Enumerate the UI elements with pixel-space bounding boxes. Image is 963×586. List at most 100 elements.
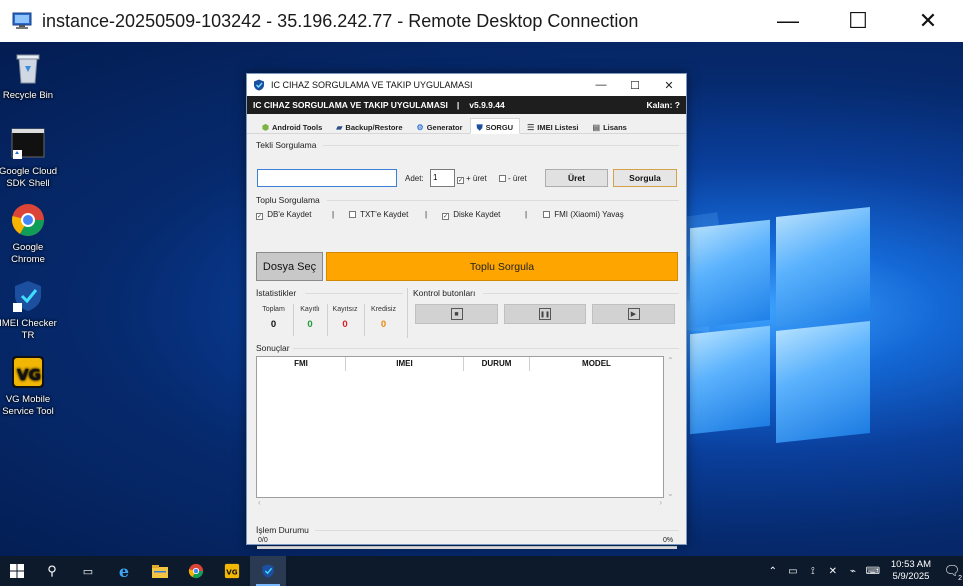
minimize-icon: — bbox=[777, 8, 799, 33]
taskbar-edge[interactable]: e bbox=[106, 556, 142, 586]
stat-label: Toplam bbox=[262, 306, 285, 313]
option-label: TXT'e Kaydet bbox=[360, 210, 409, 219]
progress-percent: 0% bbox=[663, 537, 674, 544]
remote-desktop-icon bbox=[12, 12, 32, 30]
app-close-button[interactable]: ✕ bbox=[652, 74, 686, 96]
taskbar-chrome[interactable] bbox=[178, 556, 214, 586]
taskbar-vg-tool[interactable]: VG bbox=[214, 556, 250, 586]
chrome-icon bbox=[188, 563, 204, 579]
keyboard-icon[interactable]: ⌨ bbox=[865, 566, 881, 577]
results-table[interactable]: FMI IMEI DURUM MODEL bbox=[256, 356, 664, 498]
scroll-left-icon[interactable]: ‹ bbox=[258, 498, 261, 507]
stop-button[interactable]: ■ bbox=[415, 304, 498, 324]
task-view-button[interactable]: ▭ bbox=[70, 556, 106, 586]
scroll-right-icon[interactable]: › bbox=[659, 498, 662, 507]
checkbox-icon: ✓ bbox=[442, 213, 449, 220]
divider bbox=[293, 348, 679, 349]
rdp-minimize-button[interactable]: — bbox=[753, 0, 823, 42]
usb-icon[interactable]: ⌁ bbox=[845, 566, 861, 577]
column-header-fmi[interactable]: FMI bbox=[257, 357, 346, 371]
device-icon[interactable]: ▭ bbox=[785, 566, 801, 577]
column-header-model[interactable]: MODEL bbox=[530, 357, 663, 371]
desktop-icon-label: Google Cloud SDK Shell bbox=[0, 166, 58, 189]
taskbar: ⚲ ▭ e VG ⌃ ▭ ⟟ ✕ ⌁ ⌨ 10:53 AM 5/9/2025 🗨… bbox=[0, 556, 963, 586]
android-icon: ⬢ bbox=[262, 123, 269, 132]
adet-field[interactable]: 1 bbox=[430, 169, 455, 187]
progress-count: 0/0 bbox=[258, 537, 268, 544]
taskbar-imei-app[interactable] bbox=[250, 556, 286, 586]
desktop-icon-vg-mobile[interactable]: VG VG Mobile Service Tool bbox=[0, 354, 58, 418]
close-icon: ✕ bbox=[918, 8, 938, 33]
divider bbox=[305, 293, 403, 294]
horizontal-scrollbar[interactable]: ‹ › bbox=[256, 498, 664, 510]
stat-value: 0 bbox=[270, 319, 277, 330]
stat-value: 0 bbox=[307, 319, 313, 330]
taskbar-clock[interactable]: 10:53 AM 5/9/2025 bbox=[891, 559, 931, 583]
folder-icon bbox=[152, 564, 168, 578]
option-separator: | bbox=[332, 210, 335, 219]
stat-kredisiz: Kredisiz 0 bbox=[366, 306, 401, 330]
plus-uret-option[interactable]: ✓ + üret bbox=[457, 174, 487, 184]
stat-value: 0 bbox=[380, 319, 387, 330]
tab-generator[interactable]: ⚙ Generator bbox=[410, 118, 470, 134]
close-icon: ✕ bbox=[664, 79, 674, 92]
stat-label: Kayıtlı bbox=[300, 306, 320, 313]
windows-icon bbox=[10, 564, 24, 578]
toplu-sorgula-button[interactable]: Toplu Sorgula bbox=[326, 252, 678, 281]
tab-android-tools[interactable]: ⬢ Android Tools bbox=[255, 118, 329, 134]
desktop-icon-label: Recycle Bin bbox=[2, 90, 54, 101]
divider bbox=[407, 288, 408, 338]
column-header-imei[interactable]: IMEI bbox=[346, 357, 464, 371]
tab-imei-listesi[interactable]: ☰ IMEI Listesi bbox=[520, 118, 585, 134]
option-separator: | bbox=[425, 210, 428, 219]
desktop-icon-imei-checker[interactable]: IMEI Checker TR bbox=[0, 278, 58, 342]
desktop-icon-google-chrome[interactable]: Google Chrome bbox=[0, 202, 58, 266]
tab-backup-restore[interactable]: ▰ Backup/Restore bbox=[329, 118, 409, 134]
start-button[interactable] bbox=[0, 556, 34, 586]
option-label: + üret bbox=[466, 174, 487, 183]
sorgula-button[interactable]: Sorgula bbox=[613, 169, 677, 187]
tab-lisans[interactable]: ▤ Lisans bbox=[586, 118, 634, 134]
tab-label: Lisans bbox=[603, 123, 627, 132]
txt-kaydet-option[interactable]: TXT'e Kaydet bbox=[349, 210, 408, 219]
play-button[interactable]: ▶ bbox=[592, 304, 675, 324]
app-maximize-button[interactable]: ☐ bbox=[618, 74, 652, 96]
vg-icon: VG bbox=[224, 563, 240, 579]
app-minimize-button[interactable]: — bbox=[584, 74, 618, 96]
vertical-scrollbar[interactable]: ⌃ ⌄ bbox=[664, 356, 678, 498]
desktop-icon-google-cloud-sdk[interactable]: Google Cloud SDK Shell bbox=[0, 126, 58, 190]
imei-input[interactable] bbox=[257, 169, 397, 187]
rdp-close-button[interactable]: ✕ bbox=[893, 0, 963, 42]
desktop-icon-recycle-bin[interactable]: Recycle Bin bbox=[0, 50, 58, 102]
network-icon[interactable]: ⟟ bbox=[805, 566, 821, 577]
chevron-up-icon[interactable]: ⌃ bbox=[765, 566, 781, 577]
option-label: - üret bbox=[508, 174, 527, 183]
minus-uret-option[interactable]: - üret bbox=[499, 174, 527, 183]
rdp-maximize-button[interactable]: ☐ bbox=[823, 0, 893, 42]
fmi-xiaomi-option[interactable]: FMI (Xiaomi) Yavaş bbox=[543, 210, 624, 219]
taskbar-file-explorer[interactable] bbox=[142, 556, 178, 586]
tab-label: SORGU bbox=[485, 123, 514, 132]
sorgu-panel: Tekli Sorgulama Adet: 1 ✓ + üret - üret Ü… bbox=[247, 134, 686, 549]
db-kaydet-option[interactable]: ✓ DB'e Kaydet bbox=[256, 210, 311, 220]
divider bbox=[327, 304, 328, 336]
maximize-icon: ☐ bbox=[630, 79, 640, 92]
table-header: FMI IMEI DURUM MODEL bbox=[257, 357, 663, 371]
diske-kaydet-option[interactable]: ✓ Diske Kaydet bbox=[442, 210, 500, 220]
search-button[interactable]: ⚲ bbox=[34, 556, 70, 586]
scroll-down-icon[interactable]: ⌄ bbox=[667, 489, 674, 498]
dosya-sec-button[interactable]: Dosya Seç bbox=[256, 252, 323, 281]
scroll-up-icon[interactable]: ⌃ bbox=[667, 356, 674, 365]
header-title: IC CIHAZ SORGULAMA VE TAKIP UYGULAMASI bbox=[253, 100, 448, 110]
tab-sorgu[interactable]: ⛊ SORGU bbox=[469, 118, 521, 134]
column-header-durum[interactable]: DURUM bbox=[464, 357, 530, 371]
edge-icon: e bbox=[118, 561, 130, 581]
istatistikler-section-label: İstatistikler bbox=[256, 288, 297, 298]
uret-button[interactable]: Üret bbox=[545, 169, 608, 187]
pause-button[interactable]: ❚❚ bbox=[504, 304, 586, 324]
checkbox-icon: ✓ bbox=[256, 213, 263, 220]
volume-icon[interactable]: ✕ bbox=[825, 566, 841, 577]
sonuclar-section-label: Sonuçlar bbox=[256, 343, 290, 353]
stat-kayitli: Kayıtlı 0 bbox=[295, 306, 325, 330]
notification-button[interactable]: 🗨 2 bbox=[941, 556, 963, 586]
